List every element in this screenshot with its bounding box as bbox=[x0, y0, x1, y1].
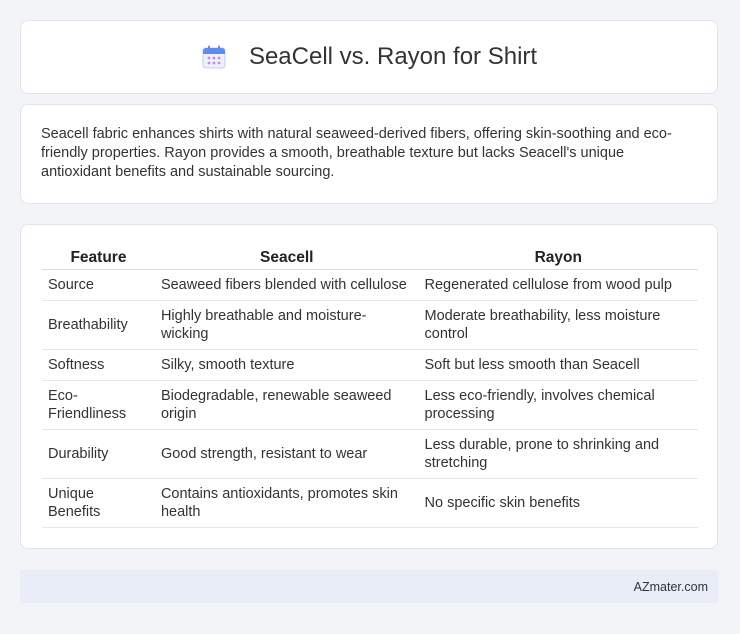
table-header-row: Feature Seacell Rayon bbox=[42, 247, 698, 270]
row-feature: Eco-Friendliness bbox=[42, 380, 155, 430]
row-seacell: Biodegradable, renewable seaweed origin bbox=[154, 380, 419, 430]
row-seacell: Silky, smooth texture bbox=[154, 349, 419, 381]
row-rayon: Less durable, prone to shrinking and str… bbox=[418, 429, 698, 479]
header-seacell: Seacell bbox=[154, 247, 419, 270]
row-feature: Unique Benefits bbox=[42, 478, 155, 528]
table-card: Feature Seacell Rayon Source Seaweed fib… bbox=[20, 224, 718, 549]
table-row: Unique Benefits Contains antioxidants, p… bbox=[42, 478, 698, 528]
table-row: Softness Silky, smooth texture Soft but … bbox=[42, 349, 698, 381]
row-feature: Source bbox=[42, 269, 155, 301]
row-seacell: Good strength, resistant to wear bbox=[154, 429, 419, 479]
row-feature: Durability bbox=[42, 429, 155, 479]
header-feature: Feature bbox=[42, 247, 155, 270]
title-card: SeaCell vs. Rayon for Shirt bbox=[20, 20, 718, 94]
page-title: SeaCell vs. Rayon for Shirt bbox=[248, 43, 538, 70]
calendar-icon bbox=[202, 45, 226, 69]
row-seacell: Highly breathable and moisture-wicking bbox=[154, 300, 419, 350]
row-rayon: Moderate breathability, less moisture co… bbox=[418, 300, 698, 350]
row-rayon: Less eco-friendly, involves chemical pro… bbox=[418, 380, 698, 430]
row-rayon: Regenerated cellulose from wood pulp bbox=[418, 269, 698, 301]
table-row: Breathability Highly breathable and mois… bbox=[42, 300, 698, 350]
row-feature: Softness bbox=[42, 349, 155, 381]
header-rayon: Rayon bbox=[418, 247, 698, 270]
intro-text: Seacell fabric enhances shirts with natu… bbox=[41, 126, 672, 180]
intro-card: Seacell fabric enhances shirts with natu… bbox=[20, 104, 718, 204]
comparison-table: Feature Seacell Rayon Source Seaweed fib… bbox=[42, 247, 698, 528]
row-rayon: No specific skin benefits bbox=[418, 478, 698, 528]
row-feature: Breathability bbox=[42, 300, 155, 350]
table-row: Durability Good strength, resistant to w… bbox=[42, 429, 698, 479]
footer-brand: AZmater.com bbox=[633, 579, 708, 594]
table-row: Source Seaweed fibers blended with cellu… bbox=[42, 269, 698, 301]
title-wrap: SeaCell vs. Rayon for Shirt bbox=[201, 43, 537, 71]
row-seacell: Contains antioxidants, promotes skin hea… bbox=[154, 478, 419, 528]
row-seacell: Seaweed fibers blended with cellulose bbox=[154, 269, 419, 301]
footer: AZmater.com bbox=[20, 570, 718, 603]
row-rayon: Soft but less smooth than Seacell bbox=[418, 349, 698, 381]
table-row: Eco-Friendliness Biodegradable, renewabl… bbox=[42, 380, 698, 430]
